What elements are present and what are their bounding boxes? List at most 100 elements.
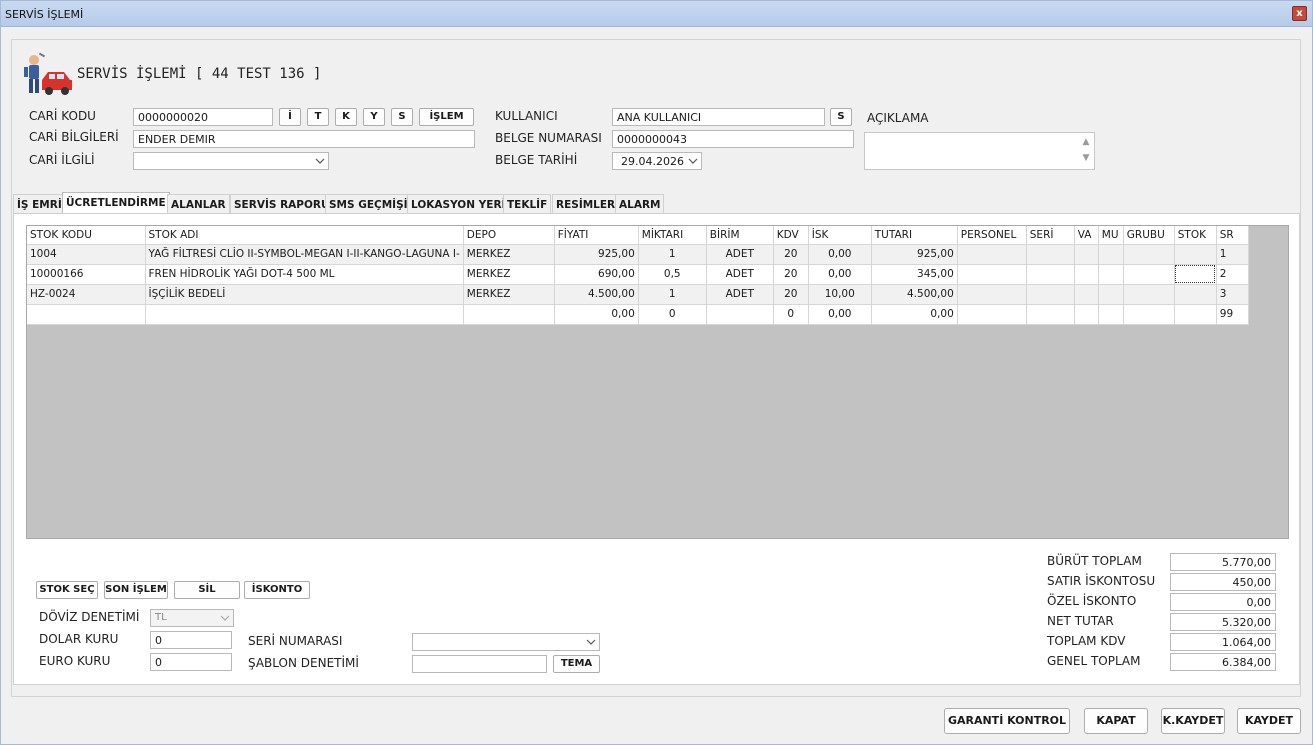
cell[interactable]: 1 <box>638 284 707 305</box>
i-button[interactable]: İ <box>279 108 301 126</box>
textarea-scrollbar[interactable]: ▲ ▼ <box>1079 134 1093 168</box>
cell[interactable]: 99 <box>1216 304 1249 325</box>
cell[interactable]: 0,5 <box>638 264 707 285</box>
cell[interactable]: 0 <box>773 304 809 325</box>
doviz-select[interactable]: TL <box>150 609 234 627</box>
scroll-up-icon[interactable]: ▲ <box>1079 134 1093 150</box>
cari-bilgileri-input[interactable]: ENDER DEMIR <box>133 130 475 148</box>
col-header[interactable]: STOK ADI <box>145 226 464 245</box>
tab-lokasyon-yeri[interactable]: LOKASYON YERİ <box>407 194 510 214</box>
cell[interactable] <box>1026 284 1075 305</box>
col-header[interactable]: STOK <box>1174 226 1217 245</box>
kapat-button[interactable]: KAPAT <box>1084 708 1148 734</box>
t-button[interactable]: T <box>307 108 329 126</box>
col-header[interactable]: VA <box>1074 226 1099 245</box>
kullanici-s-button[interactable]: S <box>830 108 852 126</box>
garanti-kontrol-button[interactable]: GARANTİ KONTROL <box>944 708 1070 734</box>
cell[interactable]: ADET <box>706 244 774 265</box>
tab-sms-gecmisi[interactable]: SMS GEÇMİŞİ <box>325 194 412 214</box>
col-header[interactable]: DEPO <box>463 226 555 245</box>
table-row[interactable]: 1004 YAĞ FİLTRESİ CLİO II-SYMBOL-MEGAN I… <box>27 244 1249 265</box>
cell[interactable] <box>463 304 555 325</box>
scroll-down-icon[interactable]: ▼ <box>1079 150 1093 166</box>
ozel-iskonto-value[interactable]: 0,00 <box>1170 593 1276 611</box>
tab-alarm[interactable]: ALARM <box>615 194 665 214</box>
cell[interactable]: ADET <box>706 264 774 285</box>
cell[interactable] <box>1123 304 1175 325</box>
seri-numarasi-select[interactable] <box>412 633 600 651</box>
cell[interactable] <box>706 304 774 325</box>
cell[interactable] <box>1074 244 1099 265</box>
cari-ilgili-select[interactable] <box>133 152 329 170</box>
col-header[interactable]: PERSONEL <box>957 226 1027 245</box>
kullanici-input[interactable]: ANA KULLANICI <box>612 108 825 126</box>
cell[interactable]: 0,00 <box>808 264 872 285</box>
dolar-kuru-input[interactable]: 0 <box>150 631 232 649</box>
cell[interactable]: MERKEZ <box>463 284 555 305</box>
cell[interactable]: 0,00 <box>554 304 639 325</box>
islem-button[interactable]: İŞLEM <box>419 108 474 126</box>
col-header[interactable]: KDV <box>773 226 809 245</box>
cell[interactable]: 1 <box>1216 244 1249 265</box>
tab-servis-raporu[interactable]: SERVİS RAPORU <box>230 194 334 214</box>
iskonto-button[interactable]: İSKONTO <box>244 581 310 599</box>
cell[interactable] <box>957 304 1027 325</box>
cell[interactable] <box>1026 264 1075 285</box>
cell[interactable] <box>1123 264 1175 285</box>
tab-is-emri[interactable]: İŞ EMRİ <box>13 194 66 214</box>
cell[interactable] <box>1098 264 1124 285</box>
cell[interactable]: 1004 <box>27 244 146 265</box>
cell[interactable]: FREN HİDROLİK YAĞI DOT-4 500 ML <box>145 264 464 285</box>
col-header[interactable]: SR <box>1216 226 1249 245</box>
cell[interactable] <box>1123 284 1175 305</box>
sil-button[interactable]: SİL <box>174 581 240 599</box>
cell[interactable]: 4.500,00 <box>554 284 639 305</box>
cell[interactable] <box>1098 304 1124 325</box>
cell[interactable] <box>1026 304 1075 325</box>
cell[interactable]: 20 <box>773 244 809 265</box>
tema-button[interactable]: TEMA <box>553 655 600 673</box>
cell[interactable]: 925,00 <box>554 244 639 265</box>
cell[interactable]: ADET <box>706 284 774 305</box>
cell[interactable] <box>957 284 1027 305</box>
cell[interactable]: 0 <box>638 304 707 325</box>
cell[interactable] <box>1074 284 1099 305</box>
cell[interactable] <box>1074 264 1099 285</box>
tab-alanlar[interactable]: ALANLAR <box>167 194 230 214</box>
cell[interactable]: 0,00 <box>808 304 872 325</box>
cell[interactable]: 10000166 <box>27 264 146 285</box>
stok-sec-button[interactable]: STOK SEÇ <box>36 581 98 599</box>
aciklama-textarea[interactable]: ▲ ▼ <box>864 132 1095 170</box>
son-islem-button[interactable]: SON İŞLEM <box>104 581 168 599</box>
cari-kodu-input[interactable]: 0000000020 <box>133 108 273 126</box>
cell[interactable] <box>1098 284 1124 305</box>
col-header[interactable]: MİKTARI <box>638 226 707 245</box>
col-header[interactable]: SERİ <box>1026 226 1075 245</box>
y-button[interactable]: Y <box>363 108 385 126</box>
cell[interactable]: 345,00 <box>871 264 958 285</box>
cell[interactable]: MERKEZ <box>463 244 555 265</box>
cell[interactable] <box>957 264 1027 285</box>
tab-ucretlendirme[interactable]: ÜCRETLENDİRME <box>62 192 170 214</box>
cell[interactable] <box>145 304 464 325</box>
cell[interactable] <box>1174 244 1217 265</box>
cell[interactable] <box>1174 284 1217 305</box>
col-header[interactable]: TUTARI <box>871 226 958 245</box>
col-header[interactable]: GRUBU <box>1123 226 1175 245</box>
cell[interactable] <box>1074 304 1099 325</box>
cell[interactable]: 3 <box>1216 284 1249 305</box>
sablon-input[interactable] <box>412 655 547 673</box>
col-header[interactable]: STOK KODU <box>27 226 146 245</box>
cell[interactable]: HZ-0024 <box>27 284 146 305</box>
cell[interactable] <box>1123 244 1175 265</box>
table-row[interactable]: 0,00 0 0 0,00 0,00 99 <box>27 304 1249 325</box>
table-row[interactable]: 10000166 FREN HİDROLİK YAĞI DOT-4 500 ML… <box>27 264 1249 285</box>
cell[interactable]: YAĞ FİLTRESİ CLİO II-SYMBOL-MEGAN I-II-K… <box>145 244 464 265</box>
cell[interactable]: 4.500,00 <box>871 284 958 305</box>
cell[interactable]: 20 <box>773 284 809 305</box>
close-button[interactable]: x <box>1292 6 1307 21</box>
tab-teklif[interactable]: TEKLİF <box>503 194 552 214</box>
cell[interactable]: 1 <box>638 244 707 265</box>
cell[interactable] <box>1174 304 1217 325</box>
s-button[interactable]: S <box>391 108 413 126</box>
